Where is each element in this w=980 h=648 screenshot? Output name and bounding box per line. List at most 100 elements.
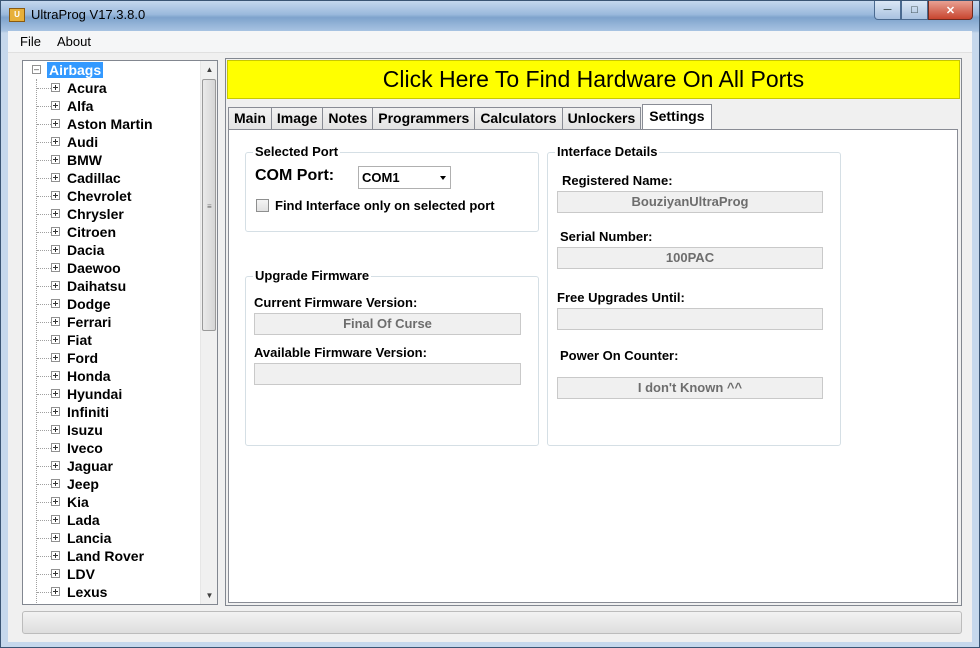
tree-item[interactable]: Daihatsu — [23, 277, 201, 295]
find-selected-port-label[interactable]: Find Interface only on selected port — [275, 198, 495, 213]
tree-item[interactable]: LDV — [23, 565, 201, 583]
tree-item[interactable]: Aston Martin — [23, 115, 201, 133]
find-selected-port-checkbox[interactable] — [256, 199, 269, 212]
category-tree[interactable]: – Airbags Acura Alfa Aston Martin Audi BMW Ca… — [22, 60, 218, 605]
tree-item[interactable]: Hyundai — [23, 385, 201, 403]
tree-item[interactable]: Chrysler — [23, 205, 201, 223]
com-port-select[interactable]: COM1 — [358, 166, 451, 189]
tree-item-label: Dacia — [67, 242, 105, 258]
power-on-counter-label: Power On Counter: — [560, 348, 679, 363]
tree-item[interactable]: Infiniti — [23, 403, 201, 421]
tree-item-label: Chevrolet — [67, 188, 132, 204]
expand-icon[interactable] — [51, 479, 60, 488]
main-window: U UltraProg V17.3.8.0 ─ □ ✕ File About –… — [0, 0, 980, 648]
expand-icon[interactable] — [51, 299, 60, 308]
title-bar[interactable]: U UltraProg V17.3.8.0 ─ □ ✕ — [1, 1, 979, 31]
expand-icon[interactable] — [51, 497, 60, 506]
tab-strip: Main Image Notes Programmers Calculators… — [228, 104, 712, 129]
tree-item-label: Kia — [67, 494, 89, 510]
tree-item-label: Land Rover — [67, 548, 145, 564]
tree-item[interactable]: Land Rover — [23, 547, 201, 565]
expand-icon[interactable] — [51, 515, 60, 524]
expand-icon[interactable] — [51, 353, 60, 362]
find-hardware-button[interactable]: Click Here To Find Hardware On All Ports — [227, 60, 960, 99]
tree-item[interactable]: Lancia — [23, 529, 201, 547]
expand-icon[interactable] — [51, 83, 60, 92]
tree-item[interactable]: Audi — [23, 133, 201, 151]
expand-icon[interactable] — [51, 335, 60, 344]
scroll-thumb[interactable]: ≡ — [202, 79, 216, 331]
tab-main[interactable]: Main — [228, 107, 272, 129]
tree-item[interactable]: Isuzu — [23, 421, 201, 439]
tab-unlockers[interactable]: Unlockers — [561, 107, 642, 129]
expand-icon[interactable] — [51, 137, 60, 146]
available-firmware-field — [254, 363, 521, 385]
expand-icon[interactable] — [51, 569, 60, 578]
menu-file[interactable]: File — [20, 34, 41, 49]
expand-icon[interactable] — [51, 425, 60, 434]
expand-icon[interactable] — [51, 263, 60, 272]
expand-icon[interactable] — [51, 551, 60, 560]
tree-item[interactable]: Citroen — [23, 223, 201, 241]
tree-item[interactable]: Lexus — [23, 583, 201, 601]
tab-programmers[interactable]: Programmers — [372, 107, 476, 129]
expand-icon[interactable] — [51, 245, 60, 254]
expand-icon[interactable] — [51, 443, 60, 452]
tree-item[interactable]: Chevrolet — [23, 187, 201, 205]
maximize-button[interactable]: □ — [901, 1, 928, 20]
tree-item[interactable]: Iveco — [23, 439, 201, 457]
selected-port-group: Selected Port COM Port: COM1 Find Interf… — [245, 144, 539, 232]
close-button[interactable]: ✕ — [928, 1, 973, 20]
tree-item[interactable]: Jaguar — [23, 457, 201, 475]
tree-item[interactable]: Dodge — [23, 295, 201, 313]
expand-icon[interactable] — [51, 119, 60, 128]
tree-item-label: Aston Martin — [67, 116, 153, 132]
expand-icon[interactable] — [51, 371, 60, 380]
expand-icon[interactable] — [51, 209, 60, 218]
tree-item[interactable]: Honda — [23, 367, 201, 385]
tab-calculators[interactable]: Calculators — [474, 107, 563, 129]
expand-icon[interactable] — [51, 317, 60, 326]
maximize-icon: □ — [911, 4, 918, 16]
collapse-icon[interactable]: – — [32, 65, 41, 74]
tree-root-airbags[interactable]: – Airbags — [23, 61, 201, 79]
tree-item[interactable]: BMW — [23, 151, 201, 169]
tree-item[interactable]: Daewoo — [23, 259, 201, 277]
menu-about[interactable]: About — [57, 34, 91, 49]
tree-item[interactable]: Acura — [23, 79, 201, 97]
expand-icon[interactable] — [51, 407, 60, 416]
expand-icon[interactable] — [51, 191, 60, 200]
expand-icon[interactable] — [51, 281, 60, 290]
tree-scrollbar[interactable]: ▲ ≡ ▼ — [200, 61, 217, 604]
tab-image[interactable]: Image — [270, 107, 324, 129]
tree-item[interactable]: Ford — [23, 349, 201, 367]
tree-item[interactable]: Dacia — [23, 241, 201, 259]
status-bar — [22, 611, 962, 634]
tree-item[interactable]: Kia — [23, 493, 201, 511]
expand-icon[interactable] — [51, 101, 60, 110]
tree-item-label: Acura — [67, 80, 107, 96]
expand-icon[interactable] — [51, 155, 60, 164]
tree-item[interactable]: Cadillac — [23, 169, 201, 187]
scroll-up-icon[interactable]: ▲ — [201, 61, 217, 78]
expand-icon[interactable] — [51, 461, 60, 470]
tree-item[interactable]: Fiat — [23, 331, 201, 349]
tree-item[interactable]: Lada — [23, 511, 201, 529]
tree-item[interactable]: Ferrari — [23, 313, 201, 331]
tab-settings[interactable]: Settings — [642, 104, 712, 129]
upgrade-firmware-title: Upgrade Firmware — [253, 268, 372, 283]
window-title: UltraProg V17.3.8.0 — [31, 7, 146, 22]
selected-port-title: Selected Port — [253, 144, 341, 159]
tree-item[interactable]: Alfa — [23, 97, 201, 115]
expand-icon[interactable] — [51, 587, 60, 596]
expand-icon[interactable] — [51, 533, 60, 542]
expand-icon[interactable] — [51, 389, 60, 398]
scroll-down-icon[interactable]: ▼ — [201, 587, 217, 604]
expand-icon[interactable] — [51, 227, 60, 236]
tree-item[interactable]: Jeep — [23, 475, 201, 493]
tab-notes[interactable]: Notes — [322, 107, 374, 129]
tree-item-label: Daewoo — [67, 260, 121, 276]
minimize-button[interactable]: ─ — [874, 1, 901, 20]
expand-icon[interactable] — [51, 173, 60, 182]
tree-item-label: Ford — [67, 350, 99, 366]
